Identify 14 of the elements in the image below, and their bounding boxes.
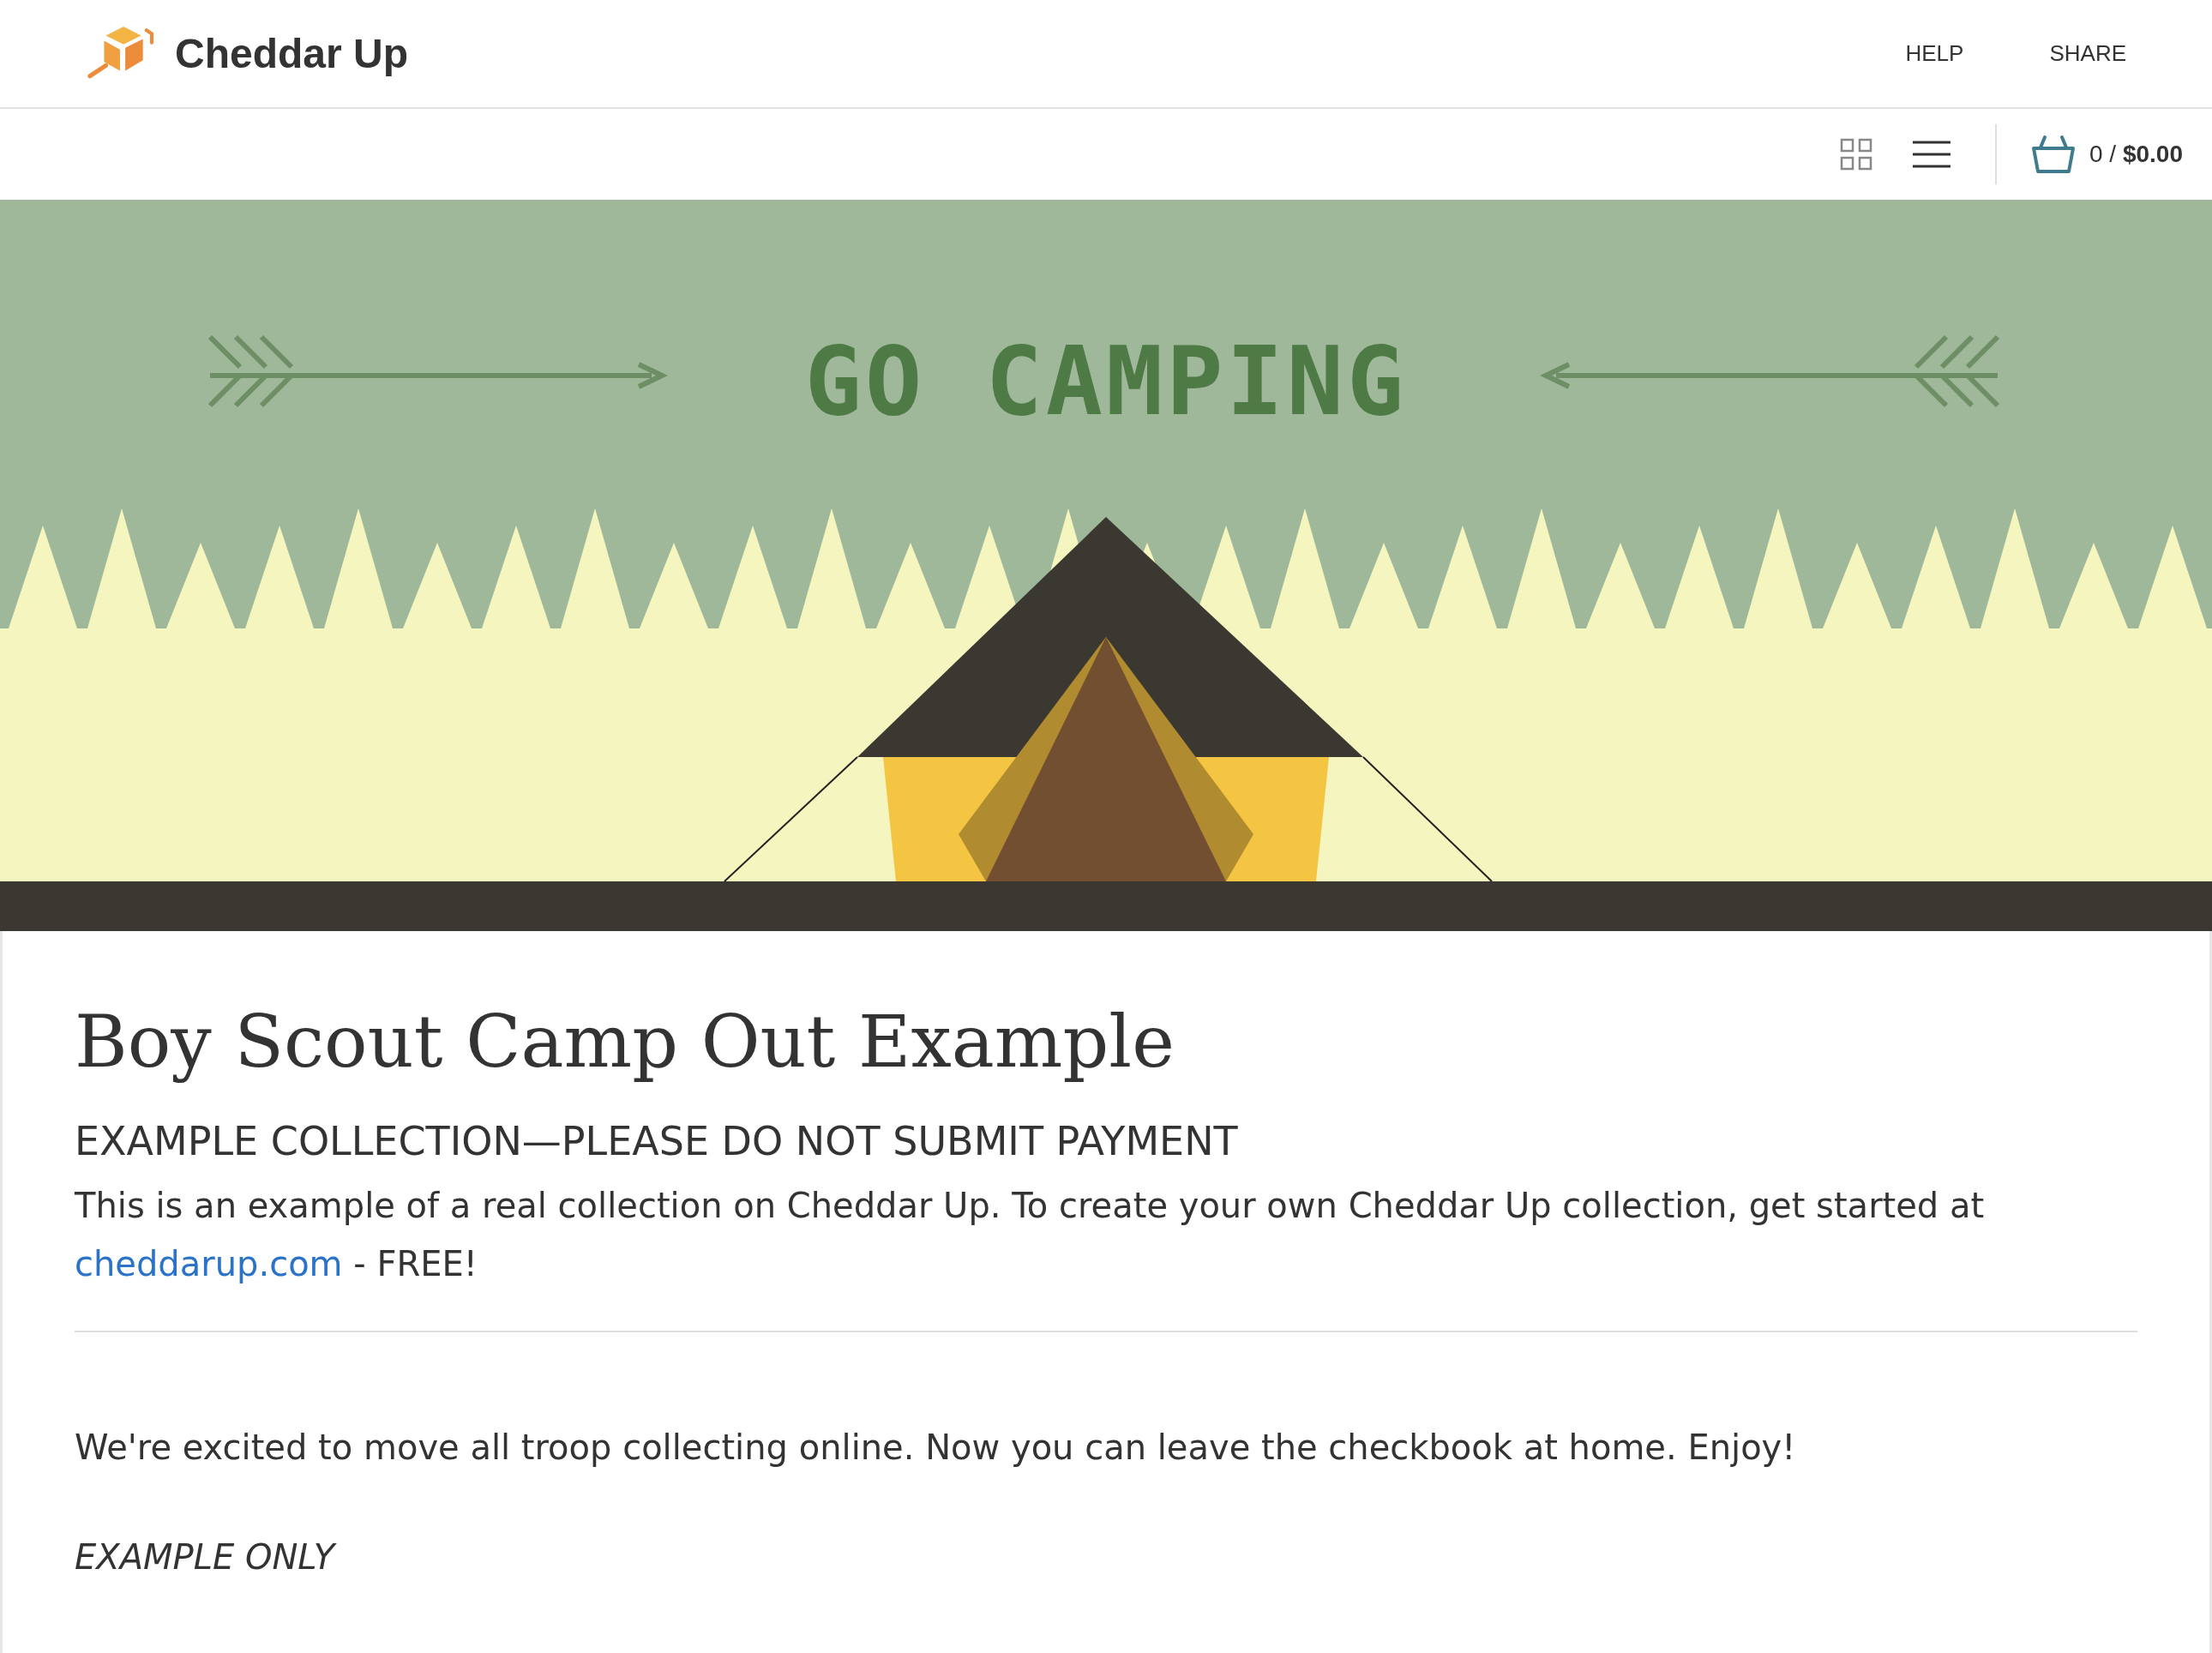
nav-link[interactable]: HELP bbox=[1905, 40, 1964, 67]
basket-icon[interactable] bbox=[2031, 134, 2076, 175]
collection-title: Boy Scout Camp Out Example bbox=[75, 1000, 1175, 1084]
description-text: We're excited to move all troop collecting online. Now you can leave the checkbook at home. Enjoy! bbox=[75, 1427, 1797, 1469]
brand-name[interactable]: Cheddar Up bbox=[175, 30, 408, 77]
banner-title: GO CAMPING bbox=[804, 327, 1408, 436]
grid-view-icon[interactable] bbox=[1839, 137, 1873, 171]
intro-paragraph: This is an example of a real collection on Cheddar Up. To create your own Cheddar Up collection, get started at cheddarup.com - FREE! bbox=[75, 1185, 1986, 1285]
note-text: EXAMPLE ONLY bbox=[75, 1536, 338, 1578]
collection-subtitle: EXAMPLE COLLECTION—PLEASE DO NOT SUBMIT PAYMENT bbox=[75, 1118, 1239, 1164]
cart-total[interactable]: 0 / $0.00 bbox=[2089, 141, 2183, 168]
cheddarup-link[interactable]: cheddarup.com bbox=[75, 1244, 343, 1283]
menu-icon[interactable] bbox=[1913, 139, 1951, 170]
nav-link[interactable]: SHARE bbox=[2049, 40, 2126, 67]
